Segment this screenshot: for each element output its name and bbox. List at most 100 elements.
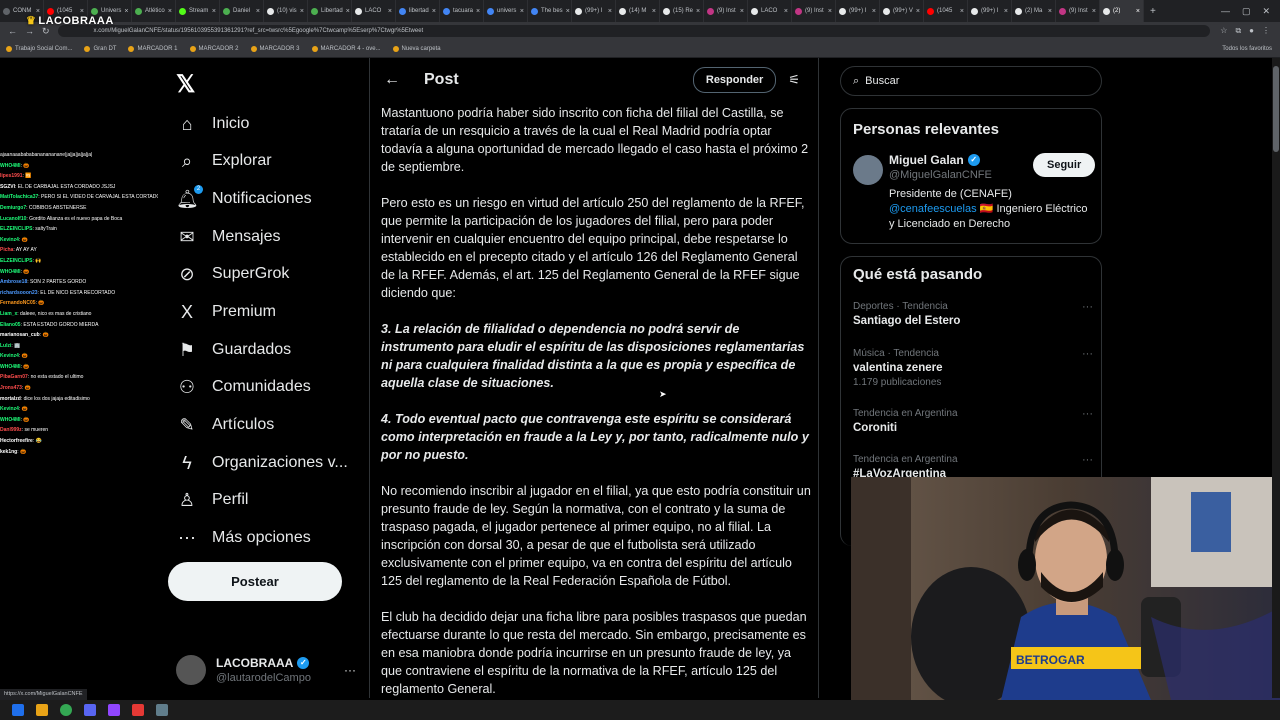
bookmark-item[interactable]: MARCADOR 2 — [184, 45, 245, 52]
bookmark-item[interactable]: Nueva carpeta — [387, 45, 447, 52]
nav-item-inicio[interactable]: ⌂ Inicio — [176, 108, 250, 140]
post-button[interactable]: Postear — [168, 562, 342, 601]
app-icon[interactable] — [132, 704, 144, 716]
browser-tab[interactable]: (2) × — [1100, 0, 1144, 22]
back-icon[interactable]: ← — [8, 26, 17, 37]
close-window-icon[interactable]: ✕ — [1262, 6, 1270, 17]
more-dots-icon[interactable]: ··· — [344, 663, 356, 677]
bookmark-item[interactable]: Trabajo Social Com... — [0, 45, 78, 52]
browser-tab[interactable]: (99+) I × — [836, 0, 880, 22]
browser-tab[interactable]: Atlético × — [132, 0, 176, 22]
browser-tab[interactable]: (10) vis × — [264, 0, 308, 22]
browser-tab[interactable]: Daniel × — [220, 0, 264, 22]
close-tab-icon[interactable]: × — [300, 8, 304, 15]
discord-icon[interactable] — [84, 704, 96, 716]
nav-item-organizaciones-v[interactable]: ϟ Organizaciones v... — [176, 447, 348, 479]
back-arrow-icon[interactable]: ← — [384, 71, 400, 89]
nav-item-notificaciones[interactable]: 🔔︎ 2 Notificaciones — [176, 183, 312, 215]
browser-tab[interactable]: The bes × — [528, 0, 572, 22]
close-tab-icon[interactable]: × — [124, 8, 128, 15]
close-tab-icon[interactable]: × — [1004, 8, 1008, 15]
trend-more-icon[interactable]: ··· — [1082, 348, 1093, 360]
profile-icon[interactable]: ● — [1249, 26, 1254, 36]
close-tab-icon[interactable]: × — [212, 8, 216, 15]
extensions-icon[interactable]: ⧉ — [1235, 26, 1241, 36]
close-tab-icon[interactable]: × — [168, 8, 172, 15]
nav-item-mensajes[interactable]: ✉ Mensajes — [176, 221, 280, 253]
close-tab-icon[interactable]: × — [256, 8, 260, 15]
browser-tab[interactable]: (99+) I × — [572, 0, 616, 22]
nav-item-premium[interactable]: X Premium — [176, 296, 276, 328]
close-tab-icon[interactable]: × — [652, 8, 656, 15]
new-tab-button[interactable]: + — [1144, 6, 1162, 17]
app-icon-2[interactable] — [156, 704, 168, 716]
nav-item-supergrok[interactable]: ⊘ SuperGrok — [176, 258, 289, 290]
close-tab-icon[interactable]: × — [1136, 8, 1140, 15]
close-tab-icon[interactable]: × — [566, 8, 570, 15]
close-tab-icon[interactable]: × — [608, 8, 612, 15]
browser-tab[interactable]: univers × — [484, 0, 528, 22]
browser-tab[interactable]: (9) Inst × — [1056, 0, 1100, 22]
reply-button[interactable]: Responder — [692, 67, 777, 93]
browser-tab[interactable]: (1045 × — [924, 0, 968, 22]
bookmark-item[interactable]: MARCADOR 4 - ove... — [306, 45, 387, 52]
trend-item[interactable]: Tendencia en Argentina Coroniti ··· — [853, 408, 1093, 434]
browser-tab[interactable]: libertad × — [396, 0, 440, 22]
minimize-icon[interactable]: — — [1221, 6, 1230, 17]
browser-tab[interactable]: Stream × — [176, 0, 220, 22]
bio-link[interactable]: @cenafeescuelas — [889, 203, 977, 215]
nav-item-guardados[interactable]: ⚑ Guardados — [176, 334, 291, 366]
avatar[interactable] — [853, 155, 883, 185]
account-switcher[interactable]: LACOBRAAA ✓ @lautarodelCampo ··· — [176, 650, 356, 690]
bookmark-item[interactable]: MARCADOR 1 — [122, 45, 183, 52]
browser-tab[interactable]: (2) Ma × — [1012, 0, 1056, 22]
nav-item-comunidades[interactable]: ⚇ Comunidades — [176, 371, 311, 403]
close-tab-icon[interactable]: × — [388, 8, 392, 15]
browser-tab[interactable]: (9) Inst × — [792, 0, 836, 22]
bookmark-item[interactable]: MARCADOR 3 — [245, 45, 306, 52]
browser-tab[interactable]: (99+) I × — [968, 0, 1012, 22]
chrome-icon[interactable] — [60, 704, 72, 716]
obs-icon[interactable] — [108, 704, 120, 716]
close-tab-icon[interactable]: × — [476, 8, 480, 15]
browser-tab[interactable]: (99+) V × — [880, 0, 924, 22]
trend-more-icon[interactable]: ··· — [1082, 301, 1093, 313]
reload-icon[interactable]: ↻ — [42, 26, 50, 37]
all-bookmarks-link[interactable]: Todos los favoritos — [1222, 46, 1280, 52]
url-field[interactable]: x.com/MiguelGalanCNFE/status/19561039553… — [57, 25, 1211, 37]
star-icon[interactable]: ☆ — [1220, 26, 1227, 36]
folder-icon[interactable] — [36, 704, 48, 716]
browser-tab[interactable]: tacuara × — [440, 0, 484, 22]
start-icon[interactable] — [12, 704, 24, 716]
close-tab-icon[interactable]: × — [520, 8, 524, 15]
trend-more-icon[interactable]: ··· — [1082, 454, 1093, 466]
close-tab-icon[interactable]: × — [828, 8, 832, 15]
browser-tab[interactable]: (9) Inst × — [704, 0, 748, 22]
bookmark-item[interactable]: Gran DT — [78, 45, 122, 52]
close-tab-icon[interactable]: × — [1048, 8, 1052, 15]
browser-tab[interactable]: Libertad × — [308, 0, 352, 22]
close-tab-icon[interactable]: × — [346, 8, 350, 15]
x-logo-icon[interactable]: 𝕏 — [176, 70, 195, 99]
scrollbar-thumb[interactable] — [1273, 66, 1279, 152]
trend-item[interactable]: Música · Tendencia valentina zenere 1.179 … — [853, 348, 1093, 388]
nav-item-más-opciones[interactable]: ⋯ Más opciones — [176, 522, 311, 554]
close-tab-icon[interactable]: × — [916, 8, 920, 15]
maximize-icon[interactable]: ▢ — [1242, 6, 1251, 17]
trend-item[interactable]: Deportes · Tendencia Santiago del Estero ·… — [853, 301, 1093, 327]
browser-tab[interactable]: LACO × — [748, 0, 792, 22]
menu-icon[interactable]: ⋮ — [1262, 26, 1270, 36]
forward-icon[interactable]: → — [25, 26, 34, 37]
browser-tab[interactable]: (15) Re × — [660, 0, 704, 22]
close-tab-icon[interactable]: × — [1092, 8, 1096, 15]
close-tab-icon[interactable]: × — [740, 8, 744, 15]
person-name[interactable]: Miguel Galan — [889, 153, 964, 167]
close-tab-icon[interactable]: × — [784, 8, 788, 15]
close-tab-icon[interactable]: × — [696, 8, 700, 15]
nav-item-explorar[interactable]: ⌕ Explorar — [176, 145, 272, 177]
nav-item-perfil[interactable]: ♙ Perfil — [176, 484, 249, 516]
page-scrollbar[interactable] — [1272, 58, 1280, 698]
browser-tab[interactable]: LACO × — [352, 0, 396, 22]
browser-tab[interactable]: (14) M × — [616, 0, 660, 22]
close-tab-icon[interactable]: × — [432, 8, 436, 15]
